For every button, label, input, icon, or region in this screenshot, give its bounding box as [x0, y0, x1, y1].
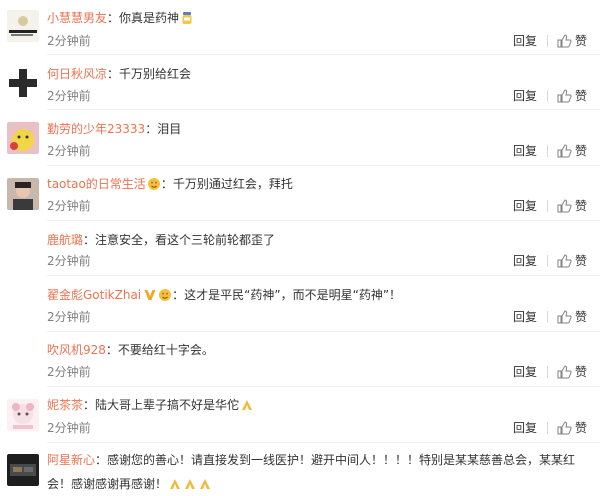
- avatar[interactable]: [7, 454, 39, 486]
- like-button[interactable]: 赞: [556, 143, 587, 159]
- action-separator: [546, 311, 548, 323]
- thumbs-up-icon: [557, 421, 572, 435]
- like-button[interactable]: 赞: [556, 309, 587, 325]
- comment-text: 千万别通过红会，拜托: [172, 177, 293, 191]
- username-link[interactable]: 吹风机928: [47, 343, 106, 357]
- comment-actions: 回复 赞: [513, 364, 587, 380]
- verified-v-badge-icon: [144, 290, 156, 300]
- comment-text: 你真是药神: [119, 11, 180, 25]
- comment-content: 阿星新心：感谢您的善心！请直接发到一线医护！避开中间人！！！！特别是某某慈善总会…: [47, 453, 576, 491]
- praying-hands-emoji-icon: [170, 479, 181, 489]
- comment-content: 小慧慧男友：你真是药神: [47, 7, 580, 29]
- comment-time: 2分钟前: [47, 34, 91, 48]
- username-link[interactable]: 阿星新心: [47, 453, 95, 467]
- like-button[interactable]: 赞: [556, 88, 587, 104]
- comment-actions: 回复 赞: [513, 309, 587, 325]
- action-separator: [546, 145, 548, 157]
- comment-actions: 回复 赞: [513, 88, 587, 104]
- thumbs-up-icon: [557, 365, 572, 379]
- action-separator: [546, 366, 548, 378]
- like-button[interactable]: 赞: [556, 420, 587, 436]
- reply-button[interactable]: 回复: [513, 88, 537, 104]
- username-link[interactable]: 鹿航璐: [47, 233, 83, 247]
- comment-item: 何日秋风凉：千万别给红会 2分钟前 回复 赞: [0, 55, 600, 110]
- praying-hands-emoji-icon: [242, 400, 253, 410]
- avatar[interactable]: [7, 67, 39, 99]
- username-link[interactable]: 勤劳的少年23333: [47, 122, 145, 136]
- comment-text: 不要给红十字会。: [117, 343, 214, 357]
- comment-text: 感谢您的善心！请直接发到一线医护！避开中间人！！！！特别是某某慈善总会，某某红会…: [47, 453, 576, 491]
- comment-item: 小慧慧男友：你真是药神 2分钟前 回复 赞: [0, 0, 600, 55]
- action-separator: [546, 422, 548, 434]
- comment-time: 2分钟前: [47, 254, 91, 268]
- like-button[interactable]: 赞: [556, 253, 587, 269]
- thumbs-up-icon: [557, 34, 572, 48]
- reply-button[interactable]: 回复: [513, 253, 537, 269]
- action-separator: [546, 90, 548, 102]
- heart-face-emoji-icon: [159, 289, 172, 301]
- heart-face-emoji-icon: [147, 178, 160, 190]
- username-link[interactable]: 何日秋风凉: [47, 67, 107, 81]
- comment-list: 小慧慧男友：你真是药神 2分钟前 回复 赞 何日秋风凉：千万别给红会 2分钟前 …: [0, 0, 600, 496]
- comment-item: 吹风机928：不要给红十字会。 2分钟前 回复 赞: [0, 332, 600, 387]
- reply-button[interactable]: 回复: [513, 33, 537, 49]
- reply-button[interactable]: 回复: [513, 309, 537, 325]
- comment-text: 千万别给红会: [119, 67, 192, 81]
- comment-content: 翟金彪GotikZhai ：这才是平民“药神”，而不是明星“药神”！: [47, 288, 402, 302]
- like-button[interactable]: 赞: [556, 198, 587, 214]
- avatar[interactable]: [7, 10, 39, 42]
- comment-time: 2分钟前: [47, 421, 91, 435]
- comment-content: 鹿航璐：注意安全，看这个三轮前轮都歪了: [47, 233, 276, 247]
- action-separator: [546, 35, 548, 47]
- comment-item: taotao的日常生活 ：千万别通过红会，拜托 2分钟前 回复 赞: [0, 166, 600, 221]
- thumbs-up-icon: [557, 144, 572, 158]
- comment-time: 2分钟前: [47, 365, 91, 379]
- comment-text: 陆大哥上辈子搞不好是华佗: [95, 398, 240, 412]
- avatar[interactable]: [7, 178, 39, 210]
- comment-item: 阿星新心：感谢您的善心！请直接发到一线医护！避开中间人！！！！特别是某某慈善总会…: [0, 443, 600, 496]
- username-link[interactable]: 妮茶茶: [47, 398, 83, 412]
- comment-text: 这才是平民“药神”，而不是明星“药神”！: [184, 288, 402, 302]
- reply-button[interactable]: 回复: [513, 143, 537, 159]
- comment-content: 吹风机928：不要给红十字会。: [47, 343, 214, 357]
- pill-bottle-emoji-icon: [182, 12, 192, 24]
- comment-time: 2分钟前: [47, 310, 91, 324]
- comment-item: 妮茶茶：陆大哥上辈子搞不好是华佗 2分钟前 回复 赞: [0, 387, 600, 443]
- comment-time: 2分钟前: [47, 199, 91, 213]
- praying-hands-emoji-icon: [200, 479, 211, 489]
- thumbs-up-icon: [557, 89, 572, 103]
- like-button[interactable]: 赞: [556, 364, 587, 380]
- comment-item: 鹿航璐：注意安全，看这个三轮前轮都歪了 2分钟前 回复 赞: [0, 221, 600, 276]
- username-link[interactable]: 小慧慧男友: [47, 11, 107, 25]
- comment-item: 勤劳的少年23333：泪目 2分钟前 回复 赞: [0, 110, 600, 166]
- comment-time: 2分钟前: [47, 89, 91, 103]
- comment-content: taotao的日常生活 ：千万别通过红会，拜托: [47, 177, 293, 191]
- comment-actions: 回复 赞: [513, 33, 587, 49]
- thumbs-up-icon: [557, 199, 572, 213]
- avatar[interactable]: [7, 122, 39, 154]
- action-separator: [546, 255, 548, 267]
- reply-button[interactable]: 回复: [513, 364, 537, 380]
- username-link[interactable]: 翟金彪GotikZhai: [47, 288, 141, 302]
- thumbs-up-icon: [557, 254, 572, 268]
- reply-button[interactable]: 回复: [513, 198, 537, 214]
- comment-content: 妮茶茶：陆大哥上辈子搞不好是华佗: [47, 394, 580, 416]
- action-separator: [546, 200, 548, 212]
- thumbs-up-icon: [557, 310, 572, 324]
- comment-content: 何日秋风凉：千万别给红会: [47, 67, 192, 81]
- comment-item: 翟金彪GotikZhai ：这才是平民“药神”，而不是明星“药神”！ 2分钟前 回…: [0, 276, 600, 332]
- comment-actions: 回复 赞: [513, 143, 587, 159]
- like-button[interactable]: 赞: [556, 33, 587, 49]
- comment-content: 勤劳的少年23333：泪目: [47, 122, 182, 136]
- comment-time: 2分钟前: [47, 144, 91, 158]
- comment-text: 泪目: [157, 122, 182, 136]
- comment-actions: 回复 赞: [513, 198, 587, 214]
- comment-actions: 回复 赞: [513, 420, 587, 436]
- comment-actions: 回复 赞: [513, 253, 587, 269]
- comment-text: 注意安全，看这个三轮前轮都歪了: [95, 233, 276, 247]
- reply-button[interactable]: 回复: [513, 420, 537, 436]
- praying-hands-emoji-icon: [185, 479, 196, 489]
- avatar[interactable]: [7, 399, 39, 431]
- username-link[interactable]: taotao的日常生活: [47, 177, 146, 191]
